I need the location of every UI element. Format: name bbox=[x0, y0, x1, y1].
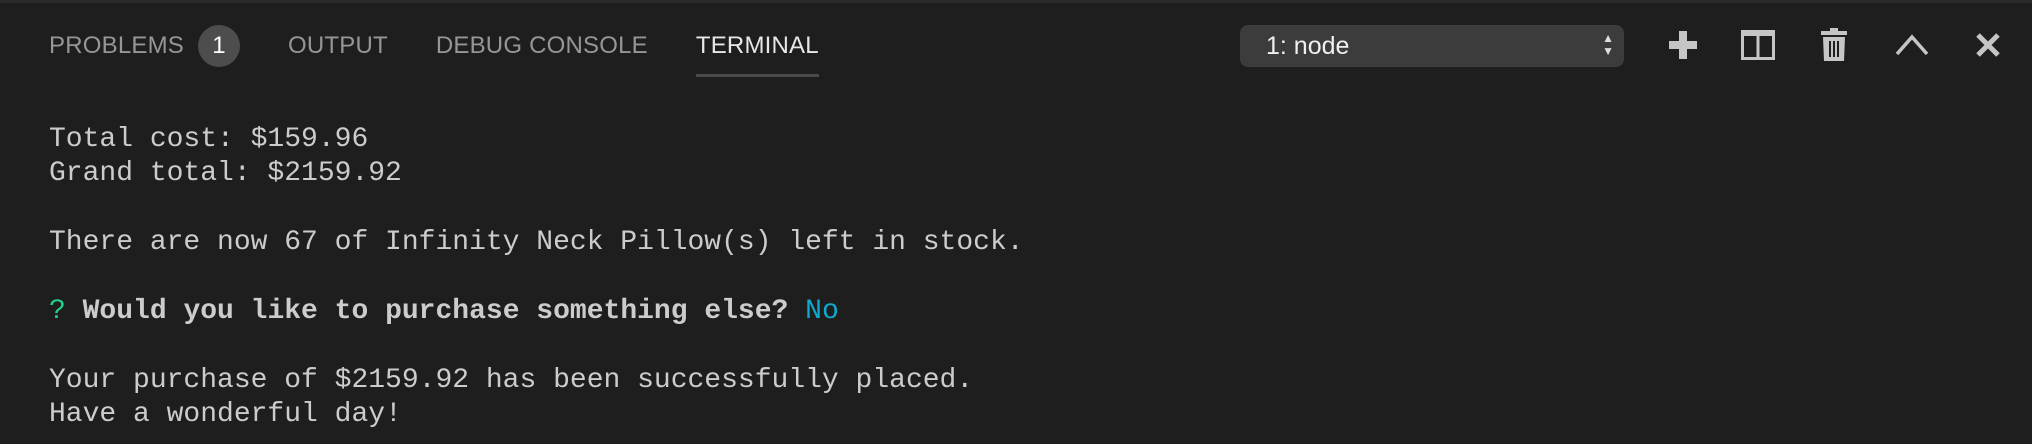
terminal-output[interactable]: Total cost: $159.96 Grand total: $2159.9… bbox=[49, 123, 1024, 433]
select-arrows-icon: ▲ ▼ bbox=[1602, 31, 1614, 58]
chevron-up-icon bbox=[1895, 34, 1929, 56]
terminal-line: There are now 67 of Infinity Neck Pillow… bbox=[49, 227, 1024, 259]
terminal-select-value: 1: node bbox=[1266, 32, 1350, 60]
tab-terminal[interactable]: TERMINAL bbox=[695, 25, 819, 79]
split-terminal-button[interactable] bbox=[1740, 27, 1776, 63]
tab-label: DEBUG CONSOLE bbox=[435, 32, 648, 59]
prompt-line: ? Would you like to purchase something e… bbox=[49, 295, 1024, 329]
tab-label: PROBLEMS bbox=[49, 32, 184, 59]
plus-icon bbox=[1669, 31, 1697, 59]
new-terminal-button[interactable] bbox=[1665, 27, 1701, 63]
panel-tabs: PROBLEMS 1 OUTPUT DEBUG CONSOLE TERMINAL bbox=[49, 25, 867, 79]
tab-label: TERMINAL bbox=[695, 32, 819, 59]
close-panel-button[interactable] bbox=[1970, 27, 2006, 63]
prompt-answer: No bbox=[805, 295, 839, 327]
terminal-select[interactable]: 1: node ▲ ▼ bbox=[1240, 25, 1624, 67]
tab-problems[interactable]: PROBLEMS 1 bbox=[49, 25, 240, 79]
prompt-question: Would you like to purchase something els… bbox=[82, 295, 789, 327]
problems-count-badge: 1 bbox=[197, 25, 240, 67]
prompt-marker: ? bbox=[49, 295, 66, 327]
close-icon bbox=[1976, 33, 2000, 57]
terminal-line: Total cost: $159.96 bbox=[49, 124, 369, 155]
terminal-line: Have a wonderful day! bbox=[49, 399, 402, 431]
tab-output[interactable]: OUTPUT bbox=[288, 25, 388, 79]
maximize-panel-button[interactable] bbox=[1894, 27, 1930, 63]
tab-debug-console[interactable]: DEBUG CONSOLE bbox=[436, 25, 648, 79]
terminal-line: Your purchase of $2159.92 has been succe… bbox=[49, 364, 974, 396]
kill-terminal-button[interactable] bbox=[1816, 27, 1852, 63]
trash-icon bbox=[1821, 28, 1847, 61]
tab-label: OUTPUT bbox=[287, 32, 388, 59]
terminal-line: Grand total: $2159.92 bbox=[49, 158, 402, 190]
split-icon bbox=[1741, 30, 1775, 60]
